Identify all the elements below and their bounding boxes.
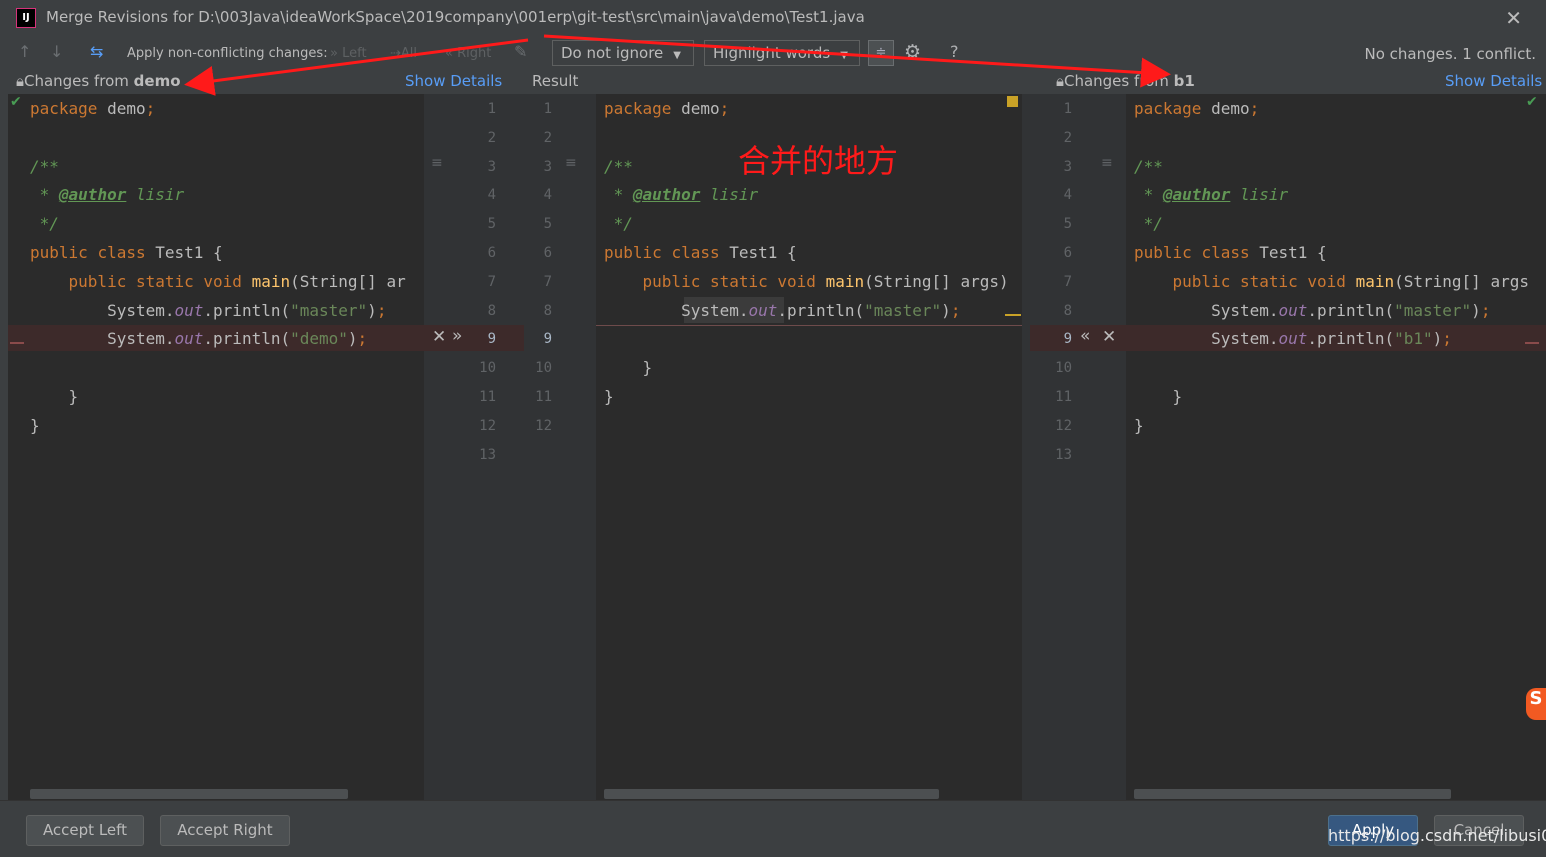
accept-left-button[interactable]: Accept Left <box>26 815 144 846</box>
watermark-text: https://blog.csdn.net/libusi001 <box>1328 826 1546 845</box>
accept-right-button[interactable]: Accept Right <box>160 815 290 846</box>
annotation-arrows <box>184 34 1171 96</box>
arrow-to-left-branch <box>184 38 529 96</box>
arrow-to-right-branch <box>543 34 1171 88</box>
input-method-float-icon[interactable]: S <box>1526 688 1546 720</box>
